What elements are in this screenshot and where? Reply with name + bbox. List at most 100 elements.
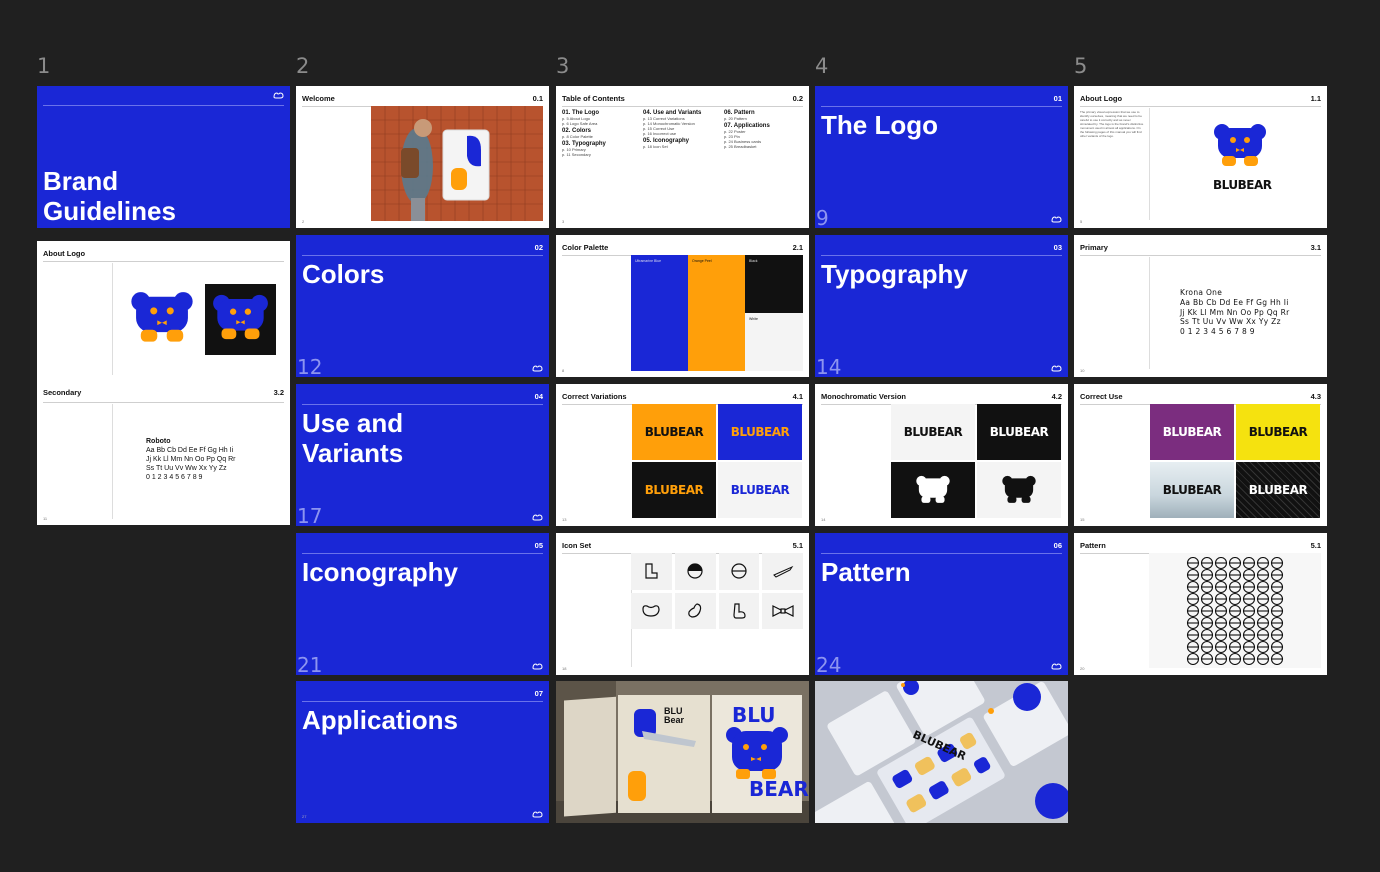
divider-line [1080, 106, 1321, 107]
page-number: 14 [816, 355, 842, 377]
bear-mascot-icon [131, 292, 193, 342]
toc-item[interactable]: p. 11 Secondary [562, 152, 641, 157]
circle-pattern-icon [1186, 556, 1284, 665]
logo-on-photo-light: BLUBEAR [1150, 462, 1234, 518]
section-title: Iconography [302, 557, 459, 587]
slide-number: 06 [1053, 541, 1062, 550]
swatch-blue: Ultramarine Blue [631, 255, 688, 371]
slide-header: Pattern 5.1 [1080, 539, 1321, 552]
slide-applications-divider[interactable]: 07 Applications 27 [296, 681, 549, 823]
poster-small-title: BLU Bear [664, 707, 684, 725]
divider-line [43, 105, 284, 106]
slide-pattern[interactable]: Pattern 5.1 20 [1074, 533, 1327, 675]
slide-title: Primary [1080, 243, 1108, 252]
slide-icon-set[interactable]: Icon Set 5.1 18 [556, 533, 809, 675]
poster-small-bear: Bear [664, 715, 685, 725]
slide-title: Pattern [1080, 541, 1106, 550]
page-number: 17 [297, 504, 323, 526]
slide-title: Correct Use [1080, 392, 1123, 401]
page-number: 24 [816, 653, 842, 675]
slide-header: Icon Set 5.1 [562, 539, 803, 552]
icon-cell [762, 553, 803, 590]
slide-about-logo[interactable]: About Logo 1.1 The primary visual express… [1074, 86, 1327, 228]
column-number-4: 4 [815, 54, 829, 78]
toc-item[interactable]: p. 8 Color Palette [562, 134, 641, 139]
slide-pattern-divider[interactable]: 06 Pattern 24 [815, 533, 1068, 675]
column-number-1: 1 [37, 54, 51, 78]
bear-logo-icon [1051, 365, 1062, 372]
swatch-white: White [745, 313, 803, 371]
toc-column-2: 04. Use and Variants p. 13 Correct Varia… [643, 108, 722, 220]
slide-welcome[interactable]: Welcome 0.1 2 [296, 86, 549, 228]
slide-packaging-mockup[interactable]: BLUBEAR [815, 681, 1068, 823]
slide-monochromatic[interactable]: Monochromatic Version 4.2 BLUBEAR BLUBEAR… [815, 384, 1068, 526]
page-index: 14 [821, 517, 826, 522]
slide-poster-mockup[interactable]: BLU BEAR BLU Bear [556, 681, 809, 823]
slide-use-variants-divider[interactable]: 04 Use and Variants 17 [296, 384, 549, 526]
column-number-5: 5 [1074, 54, 1088, 78]
page-index: 2 [302, 219, 305, 224]
page-index: 3 [562, 219, 565, 224]
logo-variant-black: BLUBEAR [632, 462, 716, 518]
divider-line [821, 553, 1062, 554]
slide-title: Welcome [302, 94, 335, 103]
slide-primary-typeface[interactable]: Primary 3.1 Krona One Aa Bb Cb Dd Ee Ff G… [1074, 235, 1327, 377]
slide-iconography-divider[interactable]: 05 Iconography 21 [296, 533, 549, 675]
logo-wordmark: BLUBEAR [1213, 178, 1272, 192]
slide-correct-variations[interactable]: Correct Variations 4.1 BLUBEAR BLUBEAR BL… [556, 384, 809, 526]
bear-mascot-icon [1214, 124, 1266, 166]
toc-item[interactable]: p. 6 Logo Safe Area [562, 121, 641, 126]
slide-title: Secondary [43, 388, 82, 397]
column-divider [1149, 108, 1150, 220]
cover-title-line1: Brand [43, 165, 119, 196]
slide-number: 1.1 [1310, 94, 1321, 103]
slide-number: 04 [534, 392, 543, 401]
slide-canvas: 1 2 3 4 5 Brand Guidelines Welcome 0.1 2… [0, 0, 1380, 872]
slide-header: 07 [302, 687, 543, 700]
divider-line [821, 255, 1062, 256]
slide-header: 04 [302, 390, 543, 403]
logo-mono-dark: BLUBEAR [977, 404, 1061, 460]
slide-logo-divider[interactable]: 01 The Logo 9 [815, 86, 1068, 228]
slide-typography-divider[interactable]: 03 Typography 14 [815, 235, 1068, 377]
slide-number: 02 [534, 243, 543, 252]
specimen-line: Jj Kk Ll Mm Nn Oo Pp Qq Rr [1180, 307, 1290, 317]
welcome-photo [371, 106, 543, 221]
bow-tie-icon [772, 604, 794, 617]
slide-header: Monochromatic Version 4.2 [821, 390, 1062, 403]
specimen-line: Ss Tt Uu Vv Ww Xx Yy Zz [1180, 317, 1281, 327]
icon-cell [674, 553, 716, 590]
slide-header: 01 [821, 92, 1062, 105]
column-number-3: 3 [556, 54, 570, 78]
icon-grid [631, 553, 803, 629]
swatch-black: Black [745, 255, 803, 313]
page-index: 13 [562, 517, 567, 522]
toc-item[interactable]: p. 25 Breadbasket [724, 144, 803, 149]
slide-number: 5.1 [792, 541, 803, 550]
slide-color-palette[interactable]: Color Palette 2.1 Ultramarine Blue Orange… [556, 235, 809, 377]
specimen-line: 0 1 2 3 4 5 6 7 8 9 [146, 474, 203, 482]
slide-cover[interactable]: Brand Guidelines [37, 86, 290, 228]
page-index: 11 [43, 516, 48, 521]
toc-column-1: 01. The Logo p. 5 About Logo p. 6 Logo S… [562, 108, 641, 220]
bear-logo-icon [273, 92, 284, 99]
toc-item[interactable]: p. 18 Icon Set [643, 144, 722, 149]
divider-line [302, 701, 543, 702]
kidney-icon [642, 604, 660, 617]
slide-number: 4.1 [792, 392, 803, 401]
slide-correct-use[interactable]: Correct Use 4.3 BLUBEAR BLUBEAR BLUBEAR B… [1074, 384, 1327, 526]
cover-title-line2: Guidelines [43, 195, 176, 226]
page-index: 8 [562, 368, 565, 373]
specimen-line: 0 1 2 3 4 5 6 7 8 9 [1180, 327, 1255, 336]
slide-colors-divider[interactable]: 02 Colors 12 [296, 235, 549, 377]
sock-icon [733, 603, 746, 619]
slide-about-logo-secondary[interactable]: About Logo Secondary 3.2 Roboto Aa Bb Cb… [37, 241, 290, 525]
slide-table-of-contents[interactable]: Table of Contents 0.2 01. The Logo p. 5 A… [556, 86, 809, 228]
slide-title: About Logo [1080, 94, 1123, 103]
toc-item[interactable]: p. 20 Pattern [724, 116, 803, 121]
toc-item[interactable]: p. 16 Incorrect use [643, 131, 722, 136]
slide-number: 05 [534, 541, 543, 550]
section-title: Use and Variants [302, 408, 403, 468]
specimen-line: Jj Kk Ll Mm Nn Oo Pp Qq Rr [146, 456, 236, 464]
slide-title: Icon Set [562, 541, 592, 550]
